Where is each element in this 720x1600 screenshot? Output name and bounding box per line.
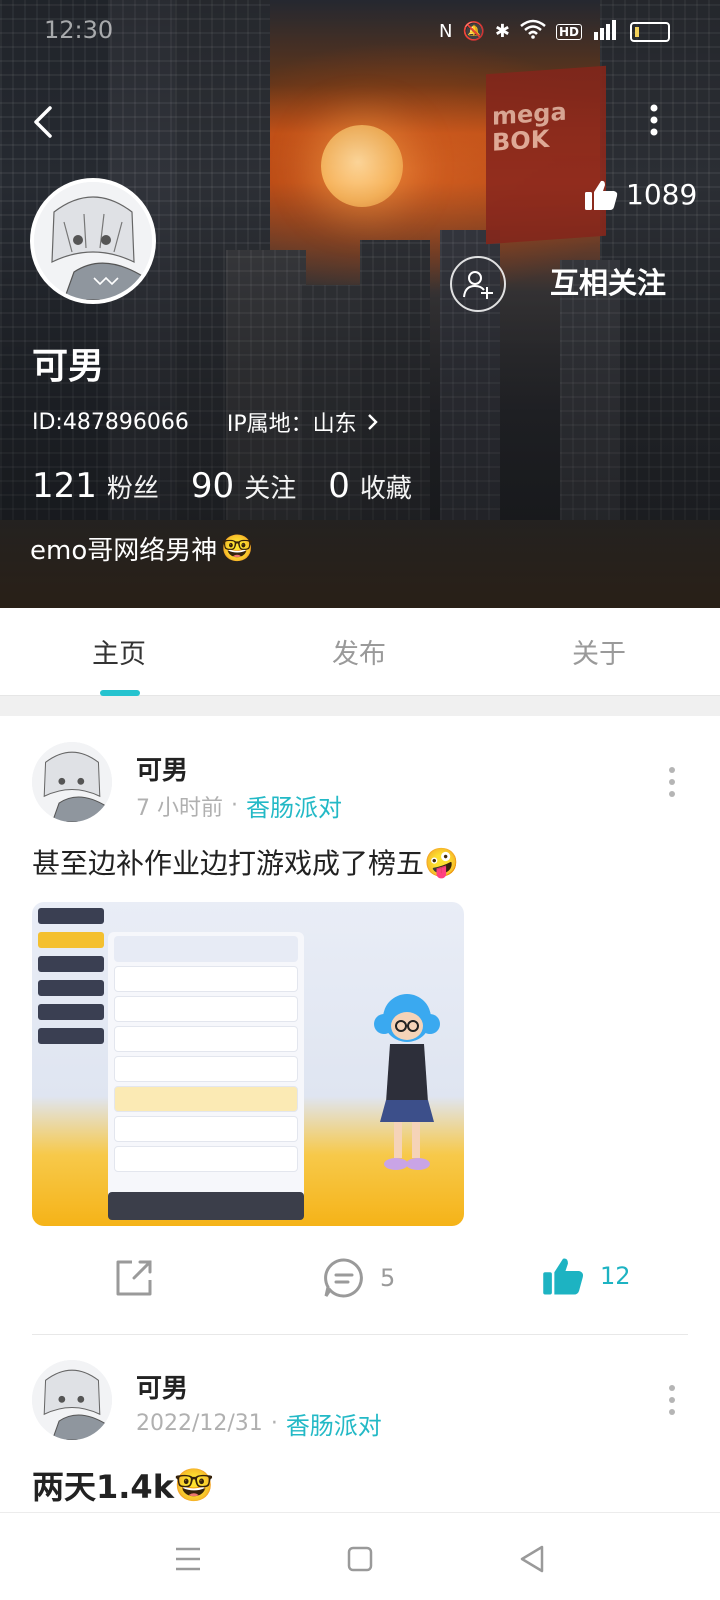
share-icon [116,1260,152,1296]
back-button[interactable] [22,98,70,146]
thumbs-up-icon [585,180,618,210]
profile-bio: emo哥网络男神 🤓 [30,530,254,567]
profile-screen: megaBOK 12:30 N 🔕 ✱ HD [0,0,720,1600]
back-nav-button[interactable] [512,1539,552,1579]
thumbs-up-icon [543,1258,584,1295]
profile-avatar[interactable] [30,178,156,304]
bio-text: emo哥网络男神 [30,536,218,566]
add-user-icon [463,271,493,299]
share-button[interactable] [112,1256,156,1300]
post-meta: 7 小时前 · 香肠派对 [136,788,342,823]
mute-bell-icon: 🔕 [462,21,485,42]
menu-button[interactable] [168,1539,208,1579]
system-nav-bar [0,1512,720,1600]
post-meta: 2022/12/31 · 香肠派对 [136,1406,382,1441]
anime-avatar-image [34,182,152,300]
post-more-button[interactable] [660,1380,684,1420]
post-time: 7 小时前 [136,795,223,821]
like-button[interactable]: 12 [542,1256,631,1296]
nerd-face-emoji: 🤓 [173,1466,214,1504]
followers-count[interactable]: 121 [32,466,97,506]
battery-icon [630,21,670,42]
home-button[interactable] [340,1539,380,1579]
more-vertical-icon [669,1385,675,1415]
anime-avatar-image [32,742,112,822]
favorites-count[interactable]: 0 [328,466,350,506]
home-square-icon [347,1546,373,1572]
ip-location-text: IP属地：山东 [226,412,357,437]
tab-posts[interactable]: 发布 [332,632,386,671]
followers-label[interactable]: 粉丝 [107,468,159,505]
nerd-face-emoji: 🤓 [221,533,254,564]
more-vertical-icon [650,104,658,136]
comment-count: 5 [380,1264,396,1292]
comment-icon [324,1258,363,1298]
section-divider [0,696,720,716]
post-text: 甚至边补作业边打游戏成了榜五 🤪 [32,842,459,882]
profile-name: 可男 [32,346,105,387]
post-image[interactable] [32,902,464,1226]
tab-about[interactable]: 关于 [572,632,626,671]
post-text: 两天1.4k 🤓 [32,1462,214,1508]
post-time: 2022/12/31 [136,1411,263,1436]
chevron-right-icon [367,414,378,430]
post-action-bar: 5 12 [0,1252,720,1332]
leaderboard-footer-image [108,1192,304,1220]
tab-home[interactable]: 主页 [92,632,146,671]
post-divider [32,1334,688,1335]
profile-banner: megaBOK [0,0,720,608]
chevron-left-icon [34,106,52,138]
post-avatar[interactable] [32,742,112,822]
game-character-image [374,994,440,1170]
favorites-label[interactable]: 收藏 [360,468,412,505]
profile-stats: 121 粉丝 90 关注 0 收藏 [32,466,444,506]
ip-location-link[interactable]: IP属地：山东 [227,406,379,438]
profile-tabs: 主页 发布 关于 [0,608,720,696]
following-label[interactable]: 关注 [244,468,296,505]
post-body: 甚至边补作业边打游戏成了榜五 [32,847,425,880]
leaderboard-panel-image [108,932,304,1212]
anime-avatar-image [32,1360,112,1440]
following-count[interactable]: 90 [191,466,234,506]
bluetooth-icon: ✱ [494,21,510,42]
status-time: 12:30 [44,16,114,44]
comment-button[interactable]: 5 [322,1256,395,1300]
more-vertical-icon [669,767,675,797]
post-body: 两天1.4k [32,1468,174,1506]
follow-icon-button[interactable] [450,256,506,312]
post-topic-link[interactable]: 香肠派对 [286,1406,382,1441]
user-id: ID:487896066 [32,409,189,435]
total-likes: 1089 [584,178,697,211]
mutual-follow-button[interactable]: 互相关注 [550,260,666,302]
hd-icon: HD [555,23,582,40]
post-topic-link[interactable]: 香肠派对 [246,788,342,823]
back-triangle-icon [520,1545,544,1573]
profile-meta: ID:487896066 IP属地：山东 [32,406,379,438]
like-count: 12 [600,1262,631,1290]
menu-icon [176,1547,200,1571]
zany-face-emoji: 🤪 [424,845,459,879]
likes-total-count: 1089 [626,178,698,211]
more-options-button[interactable] [644,98,680,146]
signal-5g-icon [592,18,620,45]
wifi-icon [520,19,546,44]
nfc-icon: N [439,21,453,42]
post-author-name[interactable]: 可男 [136,1368,188,1405]
post-more-button[interactable] [660,762,684,802]
leaderboard-sidebar-image [38,908,104,1078]
post-avatar[interactable] [32,1360,112,1440]
status-bar: 12:30 N 🔕 ✱ HD [0,14,720,50]
post-author-name[interactable]: 可男 [136,750,188,787]
